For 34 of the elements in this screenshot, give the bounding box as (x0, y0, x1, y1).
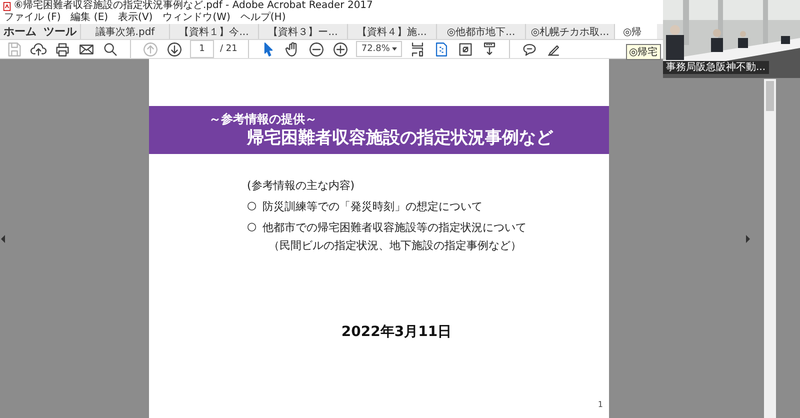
document-tab[interactable]: ◎帰 (614, 24, 657, 39)
search-icon[interactable] (102, 40, 119, 58)
slide-date: 2022年3月11日 (340, 323, 453, 341)
page-total: / 21 (220, 44, 238, 54)
page-number: 1 (598, 400, 603, 409)
nav-tab[interactable]: ツール (40, 24, 80, 39)
bullet-text: 防災訓練等での「発災時刻」の想定について (262, 199, 483, 214)
contents-heading: (参考情報の主な内容) (247, 178, 356, 193)
menu-item[interactable]: ウィンドウ(W) (162, 12, 230, 24)
menu-item[interactable]: 編集 (E) (70, 12, 108, 24)
upload-cloud-icon[interactable] (30, 40, 47, 58)
right-arrow-icon[interactable] (746, 235, 750, 243)
down-arrow-icon[interactable] (166, 40, 183, 58)
bullet-text: 他都市での帰宅困難者収容施設等の指定状況について (262, 220, 527, 235)
slide-subtitle: ～参考情報の提供～ (209, 112, 318, 126)
fullscreen-icon[interactable] (457, 40, 474, 58)
menu-item[interactable]: 表示(V) (118, 12, 153, 24)
left-arrow-icon[interactable] (1, 235, 5, 243)
bullet-mark: ○ (247, 220, 257, 235)
nav-tab[interactable]: ホーム (0, 24, 40, 39)
bullet-text: （民間ビルの指定状況、地下施設の指定事例など） (268, 238, 523, 253)
zoom-in-icon[interactable] (332, 40, 350, 58)
menu-item[interactable]: ヘルプ(H) (240, 12, 286, 24)
slide-title: 帰宅困難者収容施設の指定状況事例など (246, 126, 554, 148)
printer-icon[interactable] (54, 40, 71, 58)
tooltip: ◎帰宅 (626, 44, 661, 60)
page-number-field[interactable]: 1 (190, 40, 214, 58)
menu-item[interactable]: ファイル (F) (4, 12, 61, 24)
caret-icon (392, 47, 398, 51)
scrollbar[interactable] (764, 79, 776, 418)
bullet-mark: ○ (247, 199, 257, 214)
zoom-out-icon[interactable] (308, 40, 326, 58)
zoom-dropdown[interactable]: 72.8% (356, 41, 402, 57)
video-caption: 事務局阪急阪神不動... (663, 61, 769, 74)
